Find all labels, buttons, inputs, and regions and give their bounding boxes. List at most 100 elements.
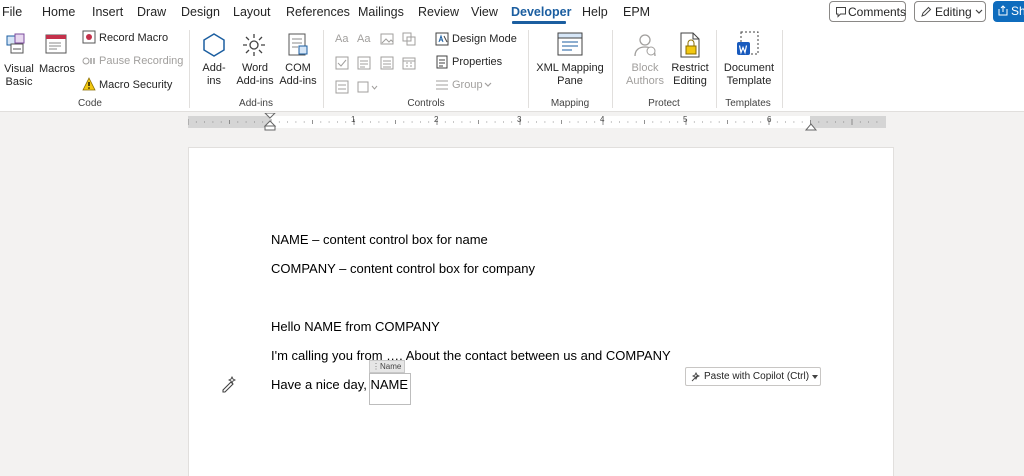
date-picker-icon <box>402 57 416 70</box>
properties-label: Properties <box>452 56 503 68</box>
xml-mapping-pane-label: XML Mapping Pane <box>536 62 604 87</box>
group-label-templates: Templates <box>725 98 771 109</box>
chevron-down-icon <box>812 375 818 379</box>
ruler-number: 6 <box>767 115 772 124</box>
group-label-code: Code <box>78 98 102 109</box>
group-label-addins: Add-ins <box>239 98 273 109</box>
visual-basic-label: Visual Basic <box>4 63 34 88</box>
chevron-down-icon <box>975 9 983 14</box>
document-line[interactable]: Hello NAME from COMPANY <box>271 319 440 334</box>
restrict-editing-icon <box>680 32 700 58</box>
group-label-controls: Controls <box>407 98 445 109</box>
document-canvas: NAME – content control box for name COMP… <box>0 131 1024 476</box>
dropdown-list-icon <box>380 56 394 70</box>
gear-icon <box>243 34 265 56</box>
content-control-box[interactable] <box>369 373 411 405</box>
ruler-scale <box>188 116 886 128</box>
content-control-handle-icon: ⋮ <box>372 362 380 371</box>
group-divider <box>528 30 529 108</box>
group-label: Group <box>452 79 483 91</box>
plain-text-control-icon: Aa <box>357 33 371 45</box>
block-authors-icon <box>634 34 656 57</box>
rich-text-control-icon: Aa <box>335 33 349 45</box>
pencil-icon <box>921 6 932 17</box>
tab-home[interactable]: Home <box>42 5 75 19</box>
document-line[interactable]: NAME – content control box for name <box>271 232 488 247</box>
right-indent-marker-icon[interactable] <box>804 119 818 131</box>
tab-references[interactable]: References <box>286 5 350 19</box>
restrict-editing-label: Restrict Editing <box>671 62 709 87</box>
tab-design[interactable]: Design <box>181 5 220 19</box>
copilot-draft-icon[interactable] <box>220 375 238 393</box>
addins-icon <box>203 33 225 57</box>
document-template-icon <box>737 31 759 55</box>
copilot-paste-icon <box>691 371 701 382</box>
comment-icon <box>836 7 846 18</box>
combo-box-icon <box>357 56 371 70</box>
paste-with-copilot-button[interactable]: Paste with Copilot (Ctrl) <box>685 367 821 386</box>
com-addins-icon <box>288 33 308 56</box>
group-label-mapping: Mapping <box>550 98 590 109</box>
paste-with-copilot-label: Paste with Copilot (Ctrl) <box>704 371 810 382</box>
content-control-tag-label: Name <box>380 362 402 371</box>
tab-layout[interactable]: Layout <box>233 5 271 19</box>
tab-insert[interactable]: Insert <box>92 5 123 19</box>
document-template-label: Document Template <box>723 62 775 87</box>
record-macro-icon <box>82 30 96 44</box>
content-control-tag[interactable]: ⋮Name <box>369 360 406 373</box>
visual-basic-icon <box>6 33 25 54</box>
macros-label: Macros <box>38 63 76 75</box>
horizontal-ruler[interactable]: 1 2 3 4 5 6 <box>0 113 1024 131</box>
ruler-number: 1 <box>351 115 356 124</box>
group-divider <box>323 30 324 108</box>
pause-recording-label: Pause Recording <box>99 55 184 67</box>
chevron-down-icon <box>484 82 492 87</box>
editing-label: Editing <box>935 5 972 19</box>
picture-control-icon <box>380 33 394 45</box>
tab-view[interactable]: View <box>471 5 498 19</box>
document-line[interactable]: COMPANY – content control box for compan… <box>271 261 535 276</box>
tab-draw[interactable]: Draw <box>137 5 166 19</box>
group-divider <box>189 30 190 108</box>
tab-epm[interactable]: EPM <box>623 5 650 19</box>
pause-icon <box>82 57 95 65</box>
building-block-icon <box>402 32 416 46</box>
warning-icon <box>82 77 96 91</box>
group-divider <box>782 30 783 108</box>
comments-label: Comments <box>848 5 907 19</box>
tab-file[interactable]: File <box>2 5 22 19</box>
ruler-number: 3 <box>517 115 522 124</box>
macros-icon <box>45 34 67 54</box>
group-divider <box>716 30 717 108</box>
ruler-number: 2 <box>434 115 439 124</box>
macro-security-label: Macro Security <box>99 79 173 91</box>
group-label-protect: Protect <box>648 98 680 109</box>
xml-mapping-icon <box>557 32 583 56</box>
ruler-number: 5 <box>683 115 688 124</box>
tab-mailings[interactable]: Mailings <box>358 5 404 19</box>
record-macro-label: Record Macro <box>99 32 169 44</box>
document-line[interactable]: I'm calling you from …. About the contac… <box>271 348 671 363</box>
word-addins-label: Word Add-ins <box>236 62 274 87</box>
properties-icon <box>436 55 448 69</box>
menu-tab-bar: File Home Insert Draw Design Layout Refe… <box>0 0 1024 24</box>
share-button[interactable]: Sh <box>993 1 1024 22</box>
tab-help[interactable]: Help <box>582 5 608 19</box>
tab-developer[interactable]: Developer <box>511 5 571 19</box>
document-page[interactable]: NAME – content control box for name COMP… <box>188 147 894 476</box>
block-authors-label: Block Authors <box>626 62 664 87</box>
design-mode-icon <box>435 32 449 46</box>
ribbon: Visual Basic Macros Record Macro Pause R… <box>0 24 1024 112</box>
group-divider <box>612 30 613 108</box>
legacy-tools-icon <box>357 81 378 93</box>
addins-label: Add-ins <box>202 62 226 87</box>
group-icon <box>436 80 448 90</box>
ruler-number: 4 <box>600 115 605 124</box>
editing-mode-button[interactable]: Editing <box>914 1 986 22</box>
indent-marker-icon[interactable] <box>263 113 277 131</box>
share-label: Sh <box>1011 4 1024 18</box>
comments-button[interactable]: Comments <box>829 1 906 22</box>
com-addins-label: COM Add-ins <box>279 62 317 87</box>
tab-review[interactable]: Review <box>418 5 459 19</box>
repeating-section-icon <box>335 80 349 94</box>
